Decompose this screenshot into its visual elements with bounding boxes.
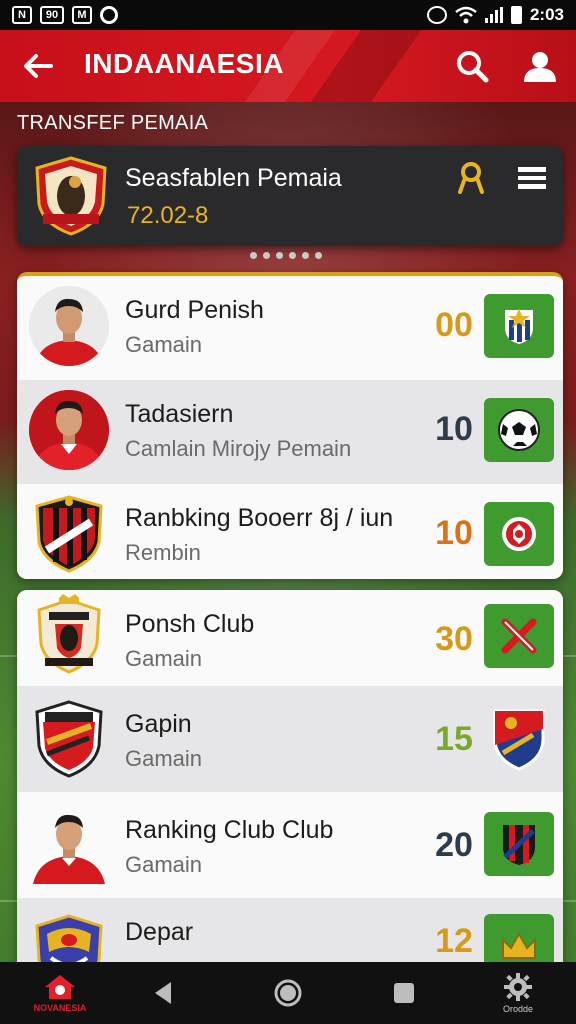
nav-settings-label: Orodde: [502, 1004, 534, 1014]
club-crest: [29, 698, 109, 778]
item-name: Ranbking Booerr 8j / iun: [125, 504, 394, 532]
shield-star-icon: [505, 308, 533, 344]
striped-shield-icon: [503, 825, 535, 865]
item-score: 20: [435, 826, 473, 864]
square-recents-icon: [394, 983, 414, 1003]
club-crest: [29, 494, 109, 574]
item-name: Gurd Penish: [125, 296, 264, 324]
sync-icon: [100, 6, 118, 24]
wifi-icon: [455, 6, 477, 24]
list-item[interactable]: Gurd Penish Gamain 00: [17, 276, 563, 380]
ranking-list-a: Gurd Penish Gamain 00 Tadasiern Camlain …: [17, 272, 563, 579]
profile-button[interactable]: [518, 44, 562, 88]
carousel-dot[interactable]: [263, 252, 270, 259]
search-button[interactable]: [450, 44, 494, 88]
nav-home-button[interactable]: NOVANESIA: [30, 962, 90, 1024]
item-name: Depar: [125, 918, 194, 946]
ranking-list-b: Ponsh Club Gamain 30 Gapin Gamain 15 Ran…: [17, 590, 563, 980]
item-score: 15: [435, 720, 473, 758]
item-name: Ranking Club Club: [125, 816, 334, 844]
item-subtitle: Gamain: [125, 852, 203, 877]
award-button[interactable]: [453, 160, 489, 196]
badge-button[interactable]: [484, 398, 554, 462]
item-subtitle: Camlain Mirojy Pemain: [125, 436, 352, 461]
item-score: 10: [435, 410, 473, 448]
status-time: 2:03: [529, 5, 564, 24]
signal-icon: [484, 7, 503, 23]
club-crest-icon: [29, 154, 113, 238]
nav-home-circle-button[interactable]: [264, 962, 312, 1024]
item-subtitle: Gamain: [125, 746, 203, 771]
triangle-back-icon: [155, 982, 171, 1004]
featured-date: 72.02-8: [127, 202, 209, 229]
nav-settings-button[interactable]: Orodde: [490, 962, 546, 1024]
carousel-dot[interactable]: [315, 252, 322, 259]
user-icon: [524, 52, 556, 82]
carousel-dot[interactable]: [276, 252, 283, 259]
ball-badge-icon: [502, 517, 536, 551]
menu-icon: [518, 167, 546, 189]
list-item[interactable]: Gapin Gamain 15: [17, 686, 563, 792]
carousel-dot[interactable]: [250, 252, 257, 259]
vibrate-icon: [426, 6, 447, 24]
item-score: 12: [435, 922, 473, 960]
player-photo: [29, 286, 109, 366]
ribbon-icon: [458, 162, 484, 194]
battery-icon: [510, 6, 522, 24]
nav-home-label: NOVANESIA: [33, 1003, 87, 1013]
app-bar: INDAANAESIA: [0, 30, 576, 102]
bottom-navigation: NOVANESIA Orodde: [0, 962, 576, 1024]
list-item[interactable]: Tadasiern Camlain Mirojy Pemain 10: [17, 380, 563, 484]
crossed-swords-icon: [501, 618, 537, 654]
badge-button[interactable]: [484, 502, 554, 566]
menu-button[interactable]: [513, 160, 551, 196]
item-subtitle: Gamain: [125, 646, 203, 671]
featured-title: Seasfablen Pemaia: [125, 164, 342, 192]
badge-button[interactable]: [484, 812, 554, 876]
carousel-dot[interactable]: [302, 252, 309, 259]
club-shield-icon: [493, 709, 545, 771]
calendar-icon: M: [72, 6, 92, 24]
back-button[interactable]: [18, 46, 58, 86]
nfc-icon: 90: [40, 6, 64, 24]
item-subtitle: Rembin: [125, 540, 201, 565]
list-item[interactable]: Ponsh Club Gamain 30: [17, 590, 563, 686]
soccer-ball-icon: [498, 409, 540, 451]
badge-button[interactable]: [484, 294, 554, 358]
item-name: Gapin: [125, 710, 192, 738]
badge-button[interactable]: [484, 706, 554, 771]
section-label: TRANSFEF PEMAIA: [17, 112, 209, 134]
carousel-indicator: [250, 252, 322, 259]
item-score: 30: [435, 620, 473, 658]
player-photo: [29, 804, 109, 884]
search-icon: [457, 51, 489, 83]
status-bar: N 90 M 2:03: [0, 0, 576, 30]
item-name: Tadasiern: [125, 400, 234, 428]
badge-button[interactable]: [484, 604, 554, 668]
circle-home-icon: [274, 979, 302, 1007]
list-item[interactable]: Ranbking Booerr 8j / iun Rembin 10: [17, 484, 563, 579]
crown-icon: [502, 931, 536, 959]
sim-icon: N: [12, 6, 32, 24]
carousel-dot[interactable]: [289, 252, 296, 259]
item-score: 00: [435, 306, 473, 344]
app-title: INDAANAESIA: [84, 48, 284, 79]
item-score: 10: [435, 514, 473, 552]
home-icon: [45, 975, 75, 999]
player-photo: [29, 390, 109, 470]
featured-card[interactable]: Seasfablen Pemaia 72.02-8: [17, 146, 563, 246]
list-item[interactable]: Ranking Club Club Gamain 20: [17, 792, 563, 898]
club-crest: [29, 594, 109, 674]
item-subtitle: Gamain: [125, 332, 203, 357]
gear-icon: [504, 973, 532, 1001]
arrow-left-icon: [24, 54, 53, 78]
item-name: Ponsh Club: [125, 610, 255, 638]
nav-recents-button[interactable]: [382, 962, 426, 1024]
nav-back-button[interactable]: [140, 962, 186, 1024]
